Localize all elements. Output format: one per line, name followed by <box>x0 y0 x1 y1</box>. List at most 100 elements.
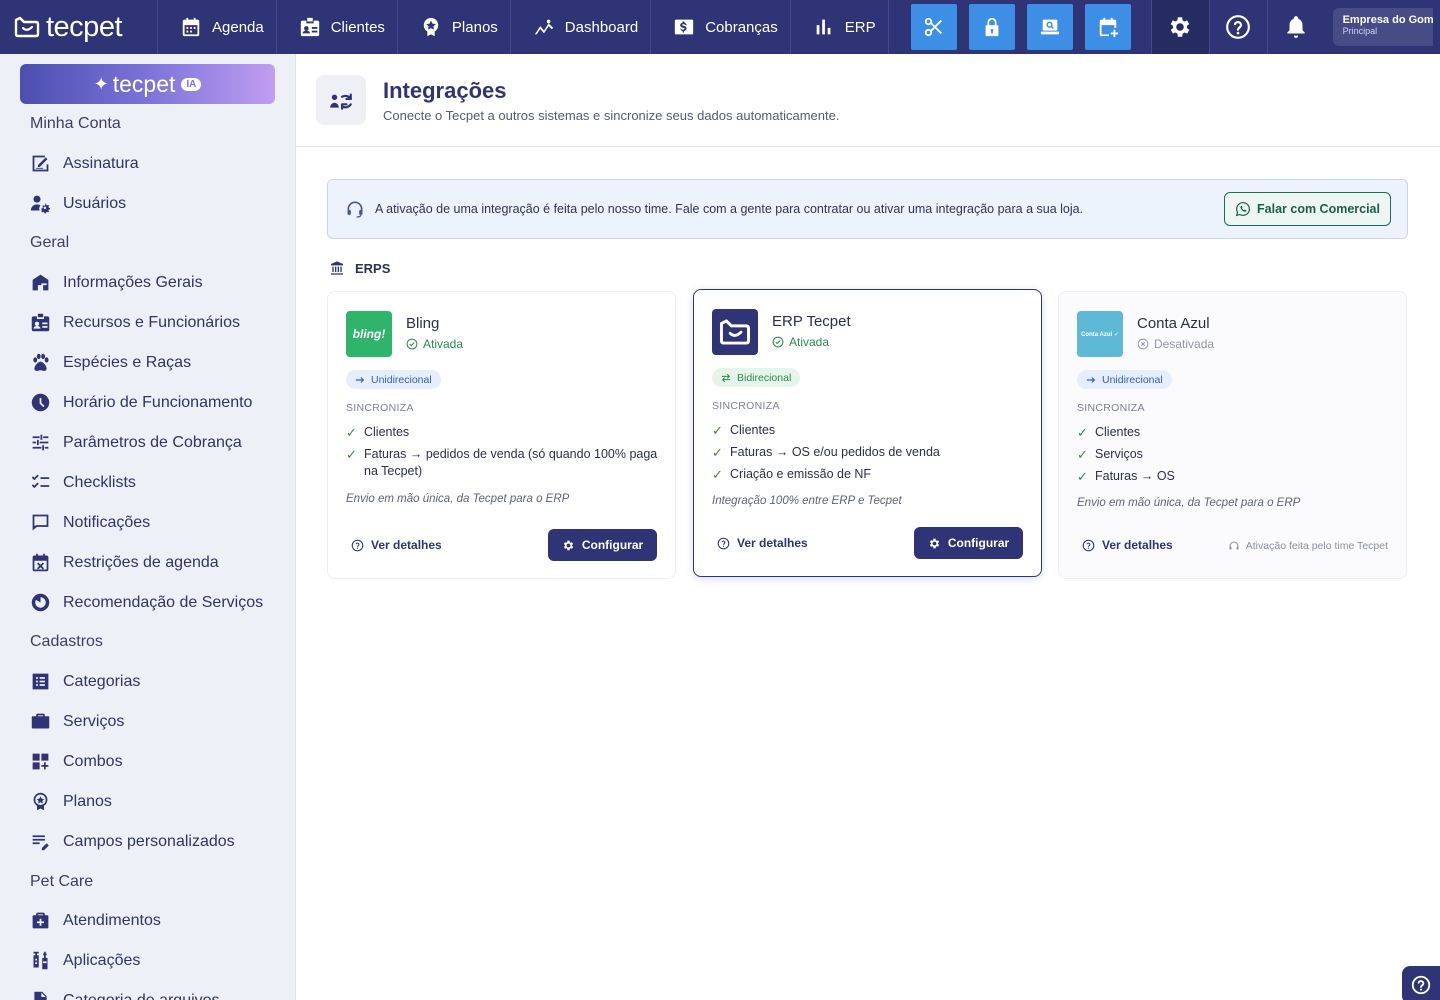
bling-logo: bling! <box>346 311 392 357</box>
nav-clientes[interactable]: Clientes <box>277 0 398 54</box>
tecpet-ia-button[interactable]: ✦ tecpet IA <box>20 64 275 104</box>
sidebar-item-combos[interactable]: Combos <box>30 751 123 772</box>
integration-card-erp-tecpet: ERP Tecpet Ativada Bidirecional SINCRONI… <box>693 289 1042 577</box>
page-title: Integrações <box>383 78 507 103</box>
sync-item-text: Faturas → OS e/ou pedidos de venda <box>730 445 940 459</box>
sidebar-item-servicos[interactable]: Serviços <box>30 711 124 732</box>
sidebar-item-checklists[interactable]: Checklists <box>30 472 136 493</box>
chat-bubble-icon <box>32 514 49 531</box>
contact-sales-button[interactable]: Falar com Comercial <box>1224 192 1391 226</box>
configure-label: Configurar <box>947 536 1010 550</box>
sidebar-item-categorias[interactable]: Categorias <box>30 671 140 692</box>
status-badge: Desativada <box>1137 337 1214 351</box>
scissors-button[interactable] <box>910 4 957 50</box>
list-edit-icon <box>32 835 49 851</box>
sidebar-item-assinatura[interactable]: Assinatura <box>30 153 139 174</box>
question-circle-icon <box>1082 539 1095 551</box>
sidebar-item-label: Combos <box>63 752 123 770</box>
sync-title: SINCRONIZA <box>712 400 780 412</box>
briefcase-icon <box>31 713 50 729</box>
gear-icon <box>563 540 573 550</box>
direction-text: Unidirecional <box>371 373 432 386</box>
view-details-link[interactable]: Ver detalhes <box>351 538 442 552</box>
x-circle-icon <box>1137 338 1149 350</box>
search-screen-button[interactable] <box>1026 4 1073 50</box>
sidebar-item-planos[interactable]: Planos <box>30 791 112 812</box>
company-selector[interactable]: Empresa do Gomes Principal <box>1332 8 1433 46</box>
sidebar-item-label: Categorias <box>63 672 141 690</box>
sidebar-item-usuarios[interactable]: Usuários <box>30 193 126 214</box>
question-circle-icon <box>1411 975 1431 995</box>
gear-icon <box>929 538 939 548</box>
sidebar-item-horario[interactable]: Horário de Funcionamento <box>30 392 252 413</box>
configure-button[interactable]: Configurar <box>914 527 1023 559</box>
quick-actions <box>889 0 1151 54</box>
settings-sidebar: ✦ tecpet IA Minha Conta Assinatura Usuár… <box>0 54 296 1000</box>
integration-name: Conta Azul <box>1137 315 1210 332</box>
nav-erp-label: ERP <box>844 18 876 36</box>
main-content: Integrações Conecte o Tecpet a outros si… <box>296 54 1440 1000</box>
help-floating-button[interactable] <box>1402 966 1440 1000</box>
tecpet-logo[interactable]: tecpet <box>0 0 158 54</box>
lock-button[interactable] <box>968 4 1015 50</box>
grid-plus-icon <box>32 753 49 770</box>
sidebar-item-aplicacoes[interactable]: Aplicações <box>30 950 140 971</box>
status-text: Ativada <box>789 335 830 349</box>
add-calendar-button[interactable] <box>1084 4 1131 50</box>
medal-icon <box>423 17 439 37</box>
section-geral: Geral <box>30 234 70 251</box>
sidebar-item-recursos[interactable]: Recursos e Funcionários <box>30 312 240 333</box>
bling-logo-text: bling! <box>352 327 386 341</box>
nav-agenda[interactable]: Agenda <box>158 0 277 54</box>
nav-planos[interactable]: Planos <box>398 0 511 54</box>
sidebar-item-label: Campos personalizados <box>63 832 235 850</box>
conta-azul-logo-text: Conta Azul ✓ <box>1081 331 1119 338</box>
sidebar-item-parametros[interactable]: Parâmetros de Cobrança <box>30 432 242 453</box>
direction-badge: Bidirecional <box>712 368 801 387</box>
nav-cobrancas[interactable]: Cobranças <box>651 0 791 54</box>
company-unit: Principal <box>1342 26 1378 36</box>
signature-icon <box>32 155 49 172</box>
nav-agenda-label: Agenda <box>212 18 264 36</box>
nav-dashboard[interactable]: Dashboard <box>511 0 652 54</box>
sidebar-item-label: Horário de Funcionamento <box>63 393 253 411</box>
tecpet-logo-icon <box>719 319 751 345</box>
sidebar-item-notificacoes[interactable]: Notificações <box>30 512 150 533</box>
sidebar-item-categoria-arquivos[interactable]: Categoria de arquivos <box>30 990 220 1000</box>
question-circle-icon <box>717 537 730 549</box>
users-gear-icon <box>30 195 51 214</box>
check-icon: ✓ <box>346 425 357 440</box>
configure-button[interactable]: Configurar <box>548 529 657 561</box>
nav-erp[interactable]: ERP <box>791 0 889 54</box>
sidebar-item-campos[interactable]: Campos personalizados <box>30 831 235 852</box>
status-text: Ativada <box>423 337 464 351</box>
sidebar-item-especies[interactable]: Espécies e Raças <box>30 352 191 373</box>
view-details-link[interactable]: Ver detalhes <box>1082 538 1173 552</box>
clock-icon <box>31 393 50 412</box>
check-icon: ✓ <box>712 423 723 438</box>
sidebar-item-label: Categoria de arquivos <box>63 991 220 1000</box>
settings-button[interactable] <box>1150 0 1209 54</box>
integrations-icon <box>316 75 366 125</box>
bell-icon <box>1287 16 1305 38</box>
chart-line-icon <box>534 19 553 35</box>
nav-clientes-label: Clientes <box>330 18 385 36</box>
integration-card-conta-azul: Conta Azul ✓ Conta Azul Desativada Unidi… <box>1058 291 1407 579</box>
nav-dashboard-label: Dashboard <box>564 18 639 36</box>
sidebar-item-restricoes[interactable]: Restrições de agenda <box>30 552 219 573</box>
sidebar-item-recomendacao[interactable]: Recomendação de Serviços <box>30 592 263 613</box>
sidebar-item-informacoes-gerais[interactable]: Informações Gerais <box>30 272 203 293</box>
arrow-right-icon <box>1086 376 1096 383</box>
erps-section-label: ERPS <box>329 260 390 276</box>
check-icon: ✓ <box>1077 425 1088 440</box>
sidebar-item-atendimentos[interactable]: Atendimentos <box>30 910 161 931</box>
view-details-link[interactable]: Ver detalhes <box>717 536 808 550</box>
help-button[interactable] <box>1208 0 1267 54</box>
check-icon: ✓ <box>712 467 723 482</box>
sync-item-text: Clientes <box>364 425 410 439</box>
notifications-button[interactable] <box>1266 0 1325 54</box>
direction-text: Unidirecional <box>1102 373 1163 386</box>
integration-note: Integração 100% entre ERP e Tecpet <box>712 495 902 507</box>
bank-icon <box>331 261 343 275</box>
medal-icon <box>33 792 48 811</box>
